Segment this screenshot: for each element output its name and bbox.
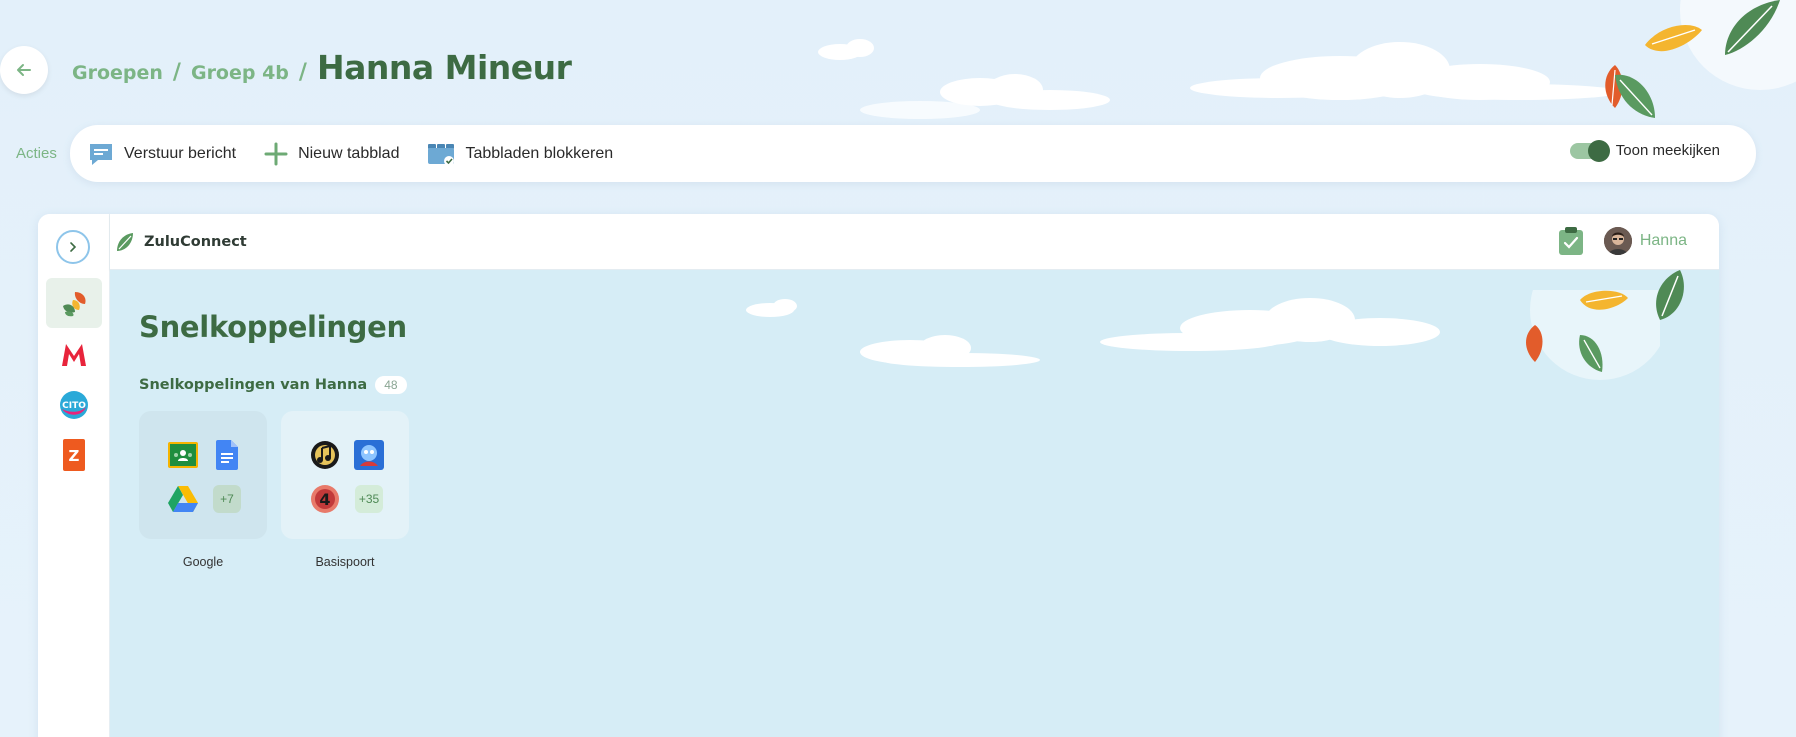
sidebar-app-z[interactable]: Z <box>46 430 102 480</box>
sun-glow-decoration <box>1680 0 1796 90</box>
actions-bar: Verstuur bericht Nieuw tabblad Tabbladen… <box>70 125 1756 182</box>
expand-sidebar-button[interactable] <box>56 230 90 264</box>
shortcuts-page: Snelkoppelingen Snelkoppelingen van Hann… <box>110 270 1719 737</box>
cito-icon: CITO <box>60 391 88 419</box>
block-tabs-button[interactable]: Tabbladen blokkeren <box>427 141 613 167</box>
svg-text:4: 4 <box>319 490 330 509</box>
svg-text:CITO: CITO <box>62 401 86 411</box>
count-badge: 48 <box>375 376 407 394</box>
breadcrumb: Groepen / Groep 4b / Hanna Mineur <box>72 48 572 87</box>
google-drive-icon <box>167 483 199 515</box>
send-message-button[interactable]: Verstuur bericht <box>88 141 236 167</box>
folder-basispoort[interactable]: 4 +35 <box>281 411 409 539</box>
z-app-icon: Z <box>63 439 85 471</box>
clipboard-check-icon[interactable] <box>1558 226 1584 256</box>
send-message-label: Verstuur bericht <box>124 144 237 162</box>
cloud-decoration <box>746 290 1660 380</box>
page-title: Hanna Mineur <box>316 48 572 87</box>
zulu-leaf-icon <box>117 232 133 251</box>
section-header: Snelkoppelingen van Hanna 48 <box>139 376 407 394</box>
new-tab-button[interactable]: Nieuw tabblad <box>264 142 399 166</box>
student-browser-view: CITO Z ZuluConnect Hanna Snelkoppelingen… <box>38 214 1719 737</box>
malmberg-m-icon <box>62 344 86 366</box>
folder-label: Basispoort <box>315 555 375 569</box>
more-count-badge: +35 <box>355 485 383 513</box>
breadcrumb-separator: / <box>172 60 181 85</box>
google-docs-icon <box>211 439 243 471</box>
sidebar-app-cito[interactable]: CITO <box>46 380 102 430</box>
message-icon <box>90 143 112 165</box>
sidebar-app-malmberg[interactable] <box>46 330 102 380</box>
folder-google[interactable]: +7 <box>139 411 267 539</box>
block-tabs-label: Tabbladen blokkeren <box>465 144 614 162</box>
app-sidebar: CITO Z <box>38 214 110 737</box>
brand-name: ZuluConnect <box>144 233 247 250</box>
svg-text:Z: Z <box>69 447 80 465</box>
breadcrumb-groep[interactable]: Groep 4b <box>191 62 289 84</box>
app-numbers-icon: 4 <box>309 483 341 515</box>
section-title: Snelkoppelingen van Hanna <box>139 377 368 393</box>
tabs-block-icon <box>428 143 455 166</box>
user-menu[interactable]: Hanna <box>1603 227 1687 255</box>
watch-toggle-label: Toon meekijken <box>1615 142 1720 159</box>
zulu-leaf-icon <box>63 292 86 317</box>
plus-icon <box>264 142 288 165</box>
breadcrumb-separator: / <box>298 60 307 85</box>
more-count-badge: +7 <box>213 485 241 513</box>
sidebar-app-zulu[interactable] <box>46 278 102 328</box>
leaf-decoration <box>1526 270 1684 372</box>
google-classroom-icon <box>167 439 199 471</box>
leaf-decoration <box>1605 0 1780 118</box>
chevron-right-icon <box>70 242 77 252</box>
watch-toggle[interactable]: Toon meekijken <box>1569 139 1720 162</box>
new-tab-label: Nieuw tabblad <box>298 144 400 162</box>
folder-label: Google <box>182 555 224 569</box>
shortcuts-title: Snelkoppelingen <box>139 310 407 344</box>
back-button[interactable] <box>0 46 48 94</box>
browser-topbar: ZuluConnect Hanna <box>110 214 1719 270</box>
breadcrumb-groepen[interactable]: Groepen <box>72 62 163 84</box>
actions-label: Acties <box>16 145 57 162</box>
avatar <box>1603 227 1632 255</box>
cloud-decoration <box>818 39 1620 119</box>
app-game-icon <box>353 439 385 471</box>
arrow-left-icon <box>17 64 31 76</box>
app-music-icon <box>309 439 341 471</box>
user-name: Hanna <box>1639 232 1687 249</box>
toggle-switch[interactable] <box>1569 139 1610 162</box>
